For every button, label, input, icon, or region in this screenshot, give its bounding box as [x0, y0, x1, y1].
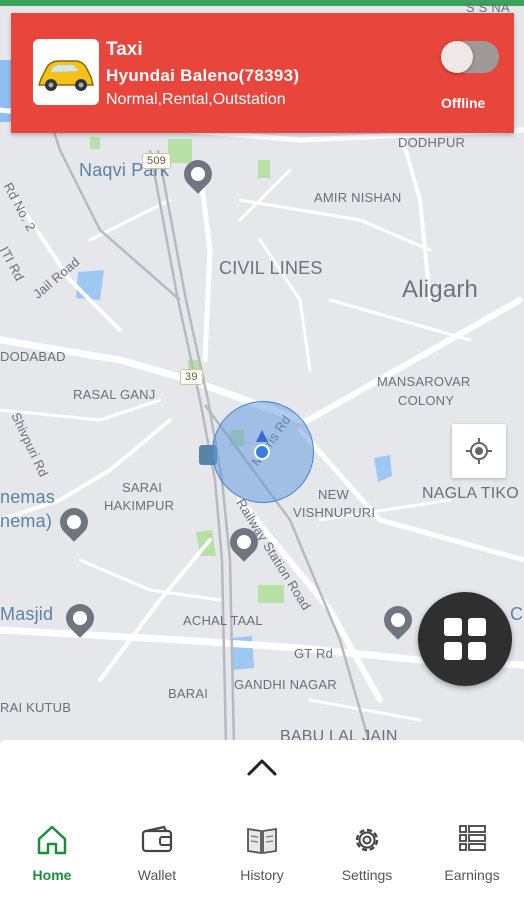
nav-home[interactable]: Home	[7, 820, 97, 890]
map-label: GT Rd	[294, 646, 334, 661]
crosshair-icon	[466, 438, 492, 464]
map-label: RAI KUTUB	[0, 700, 72, 715]
nav-settings[interactable]: Settings	[322, 820, 412, 890]
map-label: HAKIMPUR	[104, 498, 175, 513]
car-icon	[33, 39, 99, 105]
online-status-toggle[interactable]	[441, 41, 499, 73]
my-location-button[interactable]	[452, 424, 506, 478]
vehicle-status-card: Taxi Hyundai Baleno(78393) Normal,Rental…	[11, 13, 514, 133]
map-label: SARAI	[122, 480, 163, 495]
list-icon	[459, 825, 486, 851]
vehicle-services: Normal,Rental,Outstation	[106, 91, 286, 108]
wallet-icon	[141, 825, 173, 853]
nav-label: Home	[32, 867, 72, 883]
map-label: DODABAD	[0, 349, 66, 364]
book-icon	[247, 827, 277, 855]
bottom-nav: Home Wallet History Settings Earnings	[0, 820, 524, 890]
map-label: 39	[180, 369, 203, 385]
map-label: NAGLA TIKO	[422, 485, 519, 502]
nav-history[interactable]: History	[217, 820, 307, 890]
vehicle-type: Taxi	[106, 39, 143, 60]
bottom-sheet: Home Wallet History Settings Earnings	[0, 740, 524, 900]
map-label: nemas	[0, 487, 56, 507]
heading-arrow-icon	[256, 430, 268, 442]
grid-icon	[444, 618, 486, 660]
map-label: NEW	[318, 487, 349, 502]
map-label: GANDHI NAGAR	[234, 677, 337, 692]
map-label: RASAL GANJ	[73, 387, 156, 402]
menu-grid-button[interactable]	[418, 592, 512, 686]
nav-label: Settings	[341, 867, 393, 883]
map-label: CIVIL LINES	[219, 258, 323, 278]
nav-label: Wallet	[137, 867, 177, 883]
chevron-up-icon[interactable]	[243, 754, 281, 778]
current-location-marker	[254, 444, 270, 460]
nav-earnings[interactable]: Earnings	[427, 820, 517, 890]
gear-icon	[355, 828, 379, 852]
nav-wallet[interactable]: Wallet	[112, 820, 202, 890]
nav-label: History	[240, 867, 284, 883]
map-label: COLONY	[398, 393, 455, 408]
map-label: VISHNUPURI	[293, 505, 376, 520]
map-label: BARAI	[168, 686, 209, 701]
map-label: ACHAL TAAL	[183, 613, 263, 628]
map-label: C	[510, 604, 524, 624]
map-label: MANSAROVAR	[377, 374, 471, 389]
map-label: Aligarh	[402, 276, 479, 303]
vehicle-model: Hyundai Baleno(78393)	[106, 66, 300, 85]
nav-label: Earnings	[444, 867, 500, 883]
map-label: 509	[142, 153, 171, 169]
map-label: AMIR NISHAN	[314, 190, 402, 205]
map-label: DODHPUR	[398, 135, 466, 150]
status-label: Offline	[441, 95, 486, 111]
map-label: Masjid	[0, 604, 54, 624]
map-label: nema)	[0, 511, 53, 531]
home-icon	[37, 825, 67, 855]
